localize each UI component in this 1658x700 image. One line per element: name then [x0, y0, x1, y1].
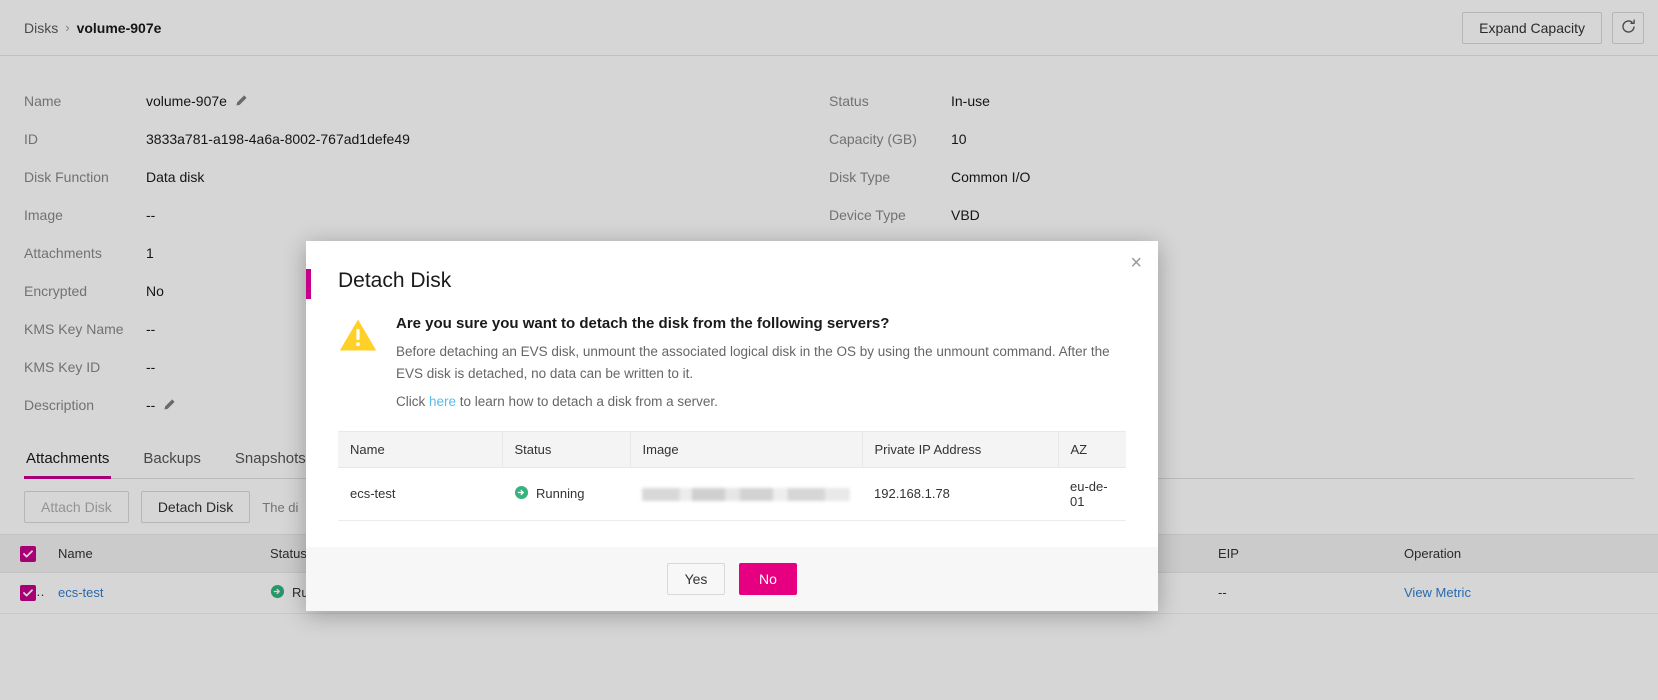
dialog-title: Detach Disk	[338, 269, 452, 292]
dialog-help-suffix: to learn how to detach a disk from a ser…	[456, 393, 718, 409]
dialog-text-block: Are you sure you want to detach the disk…	[396, 315, 1126, 409]
dialog-servers-table: Name Status Image Private IP Address AZ …	[338, 430, 1126, 521]
detach-disk-dialog: × Detach Disk Are you sure you want to d…	[306, 241, 1158, 611]
dialog-help-prefix: Click	[396, 393, 429, 409]
dialog-title-area: Detach Disk	[306, 241, 1158, 299]
dialog-cell-az: eu-de-01	[1058, 467, 1126, 521]
dialog-cell-private-ip: 192.168.1.78	[862, 467, 1058, 521]
warning-triangle-icon	[338, 317, 378, 409]
cancel-no-button[interactable]: No	[739, 562, 797, 595]
dialog-table-body: ecs-test Running 192.168.1.78 eu-de-01	[338, 467, 1126, 521]
dialog-help-link[interactable]: here	[429, 394, 456, 409]
dialog-cell-image	[630, 467, 862, 521]
dialog-column-header-name: Name	[338, 430, 503, 468]
dialog-help-line: Click here to learn how to detach a disk…	[396, 394, 1126, 409]
dialog-description: Before detaching an EVS disk, unmount th…	[396, 344, 1110, 382]
running-status-icon	[514, 485, 529, 503]
dialog-table-wrap: Name Status Image Private IP Address AZ …	[306, 409, 1158, 521]
dialog-table-head: Name Status Image Private IP Address AZ	[338, 430, 1126, 468]
confirm-yes-button[interactable]: Yes	[667, 562, 725, 595]
dialog-column-header-az: AZ	[1058, 430, 1126, 468]
dialog-body: Are you sure you want to detach the disk…	[306, 293, 1158, 409]
dialog-cell-name: ecs-test	[338, 467, 502, 521]
dialog-header-row: Name Status Image Private IP Address AZ	[338, 430, 1126, 468]
dialog-status-badge: Running	[514, 485, 584, 503]
dialog-status-text: Running	[536, 486, 585, 502]
dialog-footer: Yes No	[306, 546, 1158, 611]
dialog-column-header-status: Status	[502, 430, 631, 468]
dialog-column-header-private-ip: Private IP Address	[862, 430, 1059, 468]
redacted-image-name	[642, 488, 850, 502]
dialog-cell-status: Running	[502, 467, 630, 521]
dialog-column-header-image: Image	[630, 430, 863, 468]
dialog-question: Are you sure you want to detach the disk…	[396, 315, 890, 332]
dialog-accent-bar	[306, 269, 311, 299]
table-row: ecs-test Running 192.168.1.78 eu-de-01	[338, 467, 1126, 521]
